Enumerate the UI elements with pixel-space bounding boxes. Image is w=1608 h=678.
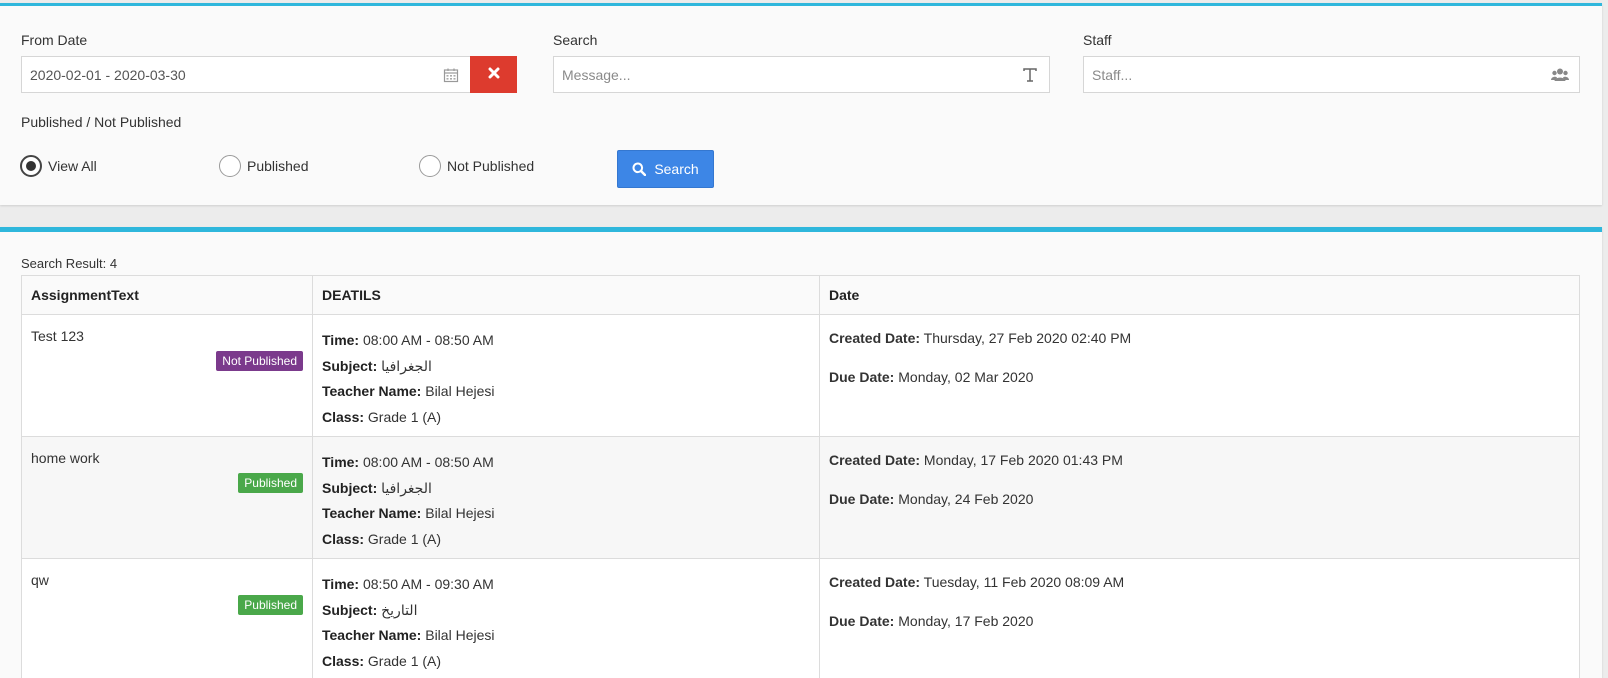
from-date-input[interactable]	[22, 57, 470, 92]
search-input[interactable]	[554, 57, 1049, 92]
teacher-label: Teacher Name:	[322, 627, 422, 643]
assignment-text: qw	[31, 572, 49, 588]
class-value: Grade 1 (A)	[367, 652, 442, 669]
table-row: Test 123 Not Published Time: 08:00 AM - …	[21, 314, 1580, 437]
search-button[interactable]: Search	[617, 150, 714, 188]
filter-panel: From Date Search Staff Published / Not P…	[0, 3, 1602, 205]
time-label: Time:	[322, 332, 360, 348]
class-label: Class:	[322, 530, 365, 547]
class-value: Grade 1 (A)	[367, 408, 442, 425]
created-date-value: Thursday, 27 Feb 2020 02:40 PM	[923, 330, 1132, 346]
result-count: Search Result: 4	[21, 256, 118, 271]
radio-published[interactable]: Published	[219, 155, 309, 177]
users-icon	[1551, 67, 1569, 83]
results-panel: Search Result: 4 AssignmentText DEATILS …	[0, 227, 1602, 678]
radio-indicator[interactable]	[419, 155, 441, 177]
subject-label: Subject:	[322, 357, 378, 374]
subject-value: الجغرافيا	[381, 479, 432, 496]
class-label: Class:	[322, 652, 365, 669]
staff-field-wrapper	[1083, 56, 1580, 93]
table-row: home work Published Time: 08:00 AM - 08:…	[21, 436, 1580, 559]
results-table: AssignmentText DEATILS Date Test 123 Not…	[21, 275, 1580, 678]
due-date-value: Monday, 24 Feb 2020	[898, 491, 1034, 507]
table-row: qw Published Time: 08:50 AM - 09:30 AM S…	[21, 558, 1580, 678]
radio-indicator[interactable]	[20, 155, 42, 177]
due-date-label: Due Date:	[829, 491, 895, 507]
radio-label: Not Published	[447, 158, 535, 174]
assignment-cell: qw Published	[21, 558, 313, 678]
teacher-label: Teacher Name:	[322, 383, 422, 399]
subject-label: Subject:	[322, 479, 378, 496]
class-label: Class:	[322, 408, 365, 425]
date-cell: Created Date: Tuesday, 11 Feb 2020 08:09…	[819, 558, 1580, 678]
assignment-cell: Test 123 Not Published	[21, 314, 313, 437]
assignment-text: home work	[31, 450, 100, 466]
created-date-label: Created Date:	[829, 330, 921, 346]
calendar-icon[interactable]	[442, 67, 460, 83]
subject-value: الجغرافيا	[381, 357, 432, 374]
time-value: 08:00 AM - 08:50 AM	[362, 332, 494, 348]
details-cell: Time: 08:50 AM - 09:30 AM Subject: التار…	[312, 558, 820, 678]
radio-label: View All	[48, 158, 97, 174]
column-header-assignment: AssignmentText	[21, 275, 313, 315]
due-date-value: Monday, 17 Feb 2020	[898, 613, 1034, 629]
due-date-label: Due Date:	[829, 613, 895, 629]
teacher-value: Bilal Hejesi	[425, 383, 495, 399]
time-value: 08:50 AM - 09:30 AM	[362, 576, 494, 592]
teacher-label: Teacher Name:	[322, 505, 422, 521]
due-date-value: Monday, 02 Mar 2020	[898, 369, 1034, 385]
date-cell: Created Date: Monday, 17 Feb 2020 01:43 …	[819, 436, 1580, 559]
details-cell: Time: 08:00 AM - 08:50 AM Subject: الجغر…	[312, 314, 820, 437]
table-header-row: AssignmentText DEATILS Date	[21, 275, 1580, 315]
teacher-value: Bilal Hejesi	[425, 505, 495, 521]
created-date-value: Tuesday, 11 Feb 2020 08:09 AM	[923, 574, 1125, 590]
search-label: Search	[553, 32, 598, 48]
status-badge: Not Published	[216, 351, 303, 371]
subject-value: التاريخ	[381, 601, 418, 618]
due-date-label: Due Date:	[829, 369, 895, 385]
close-icon	[488, 67, 500, 82]
search-button-label: Search	[654, 161, 699, 177]
created-date-value: Monday, 17 Feb 2020 01:43 PM	[923, 452, 1123, 468]
created-date-label: Created Date:	[829, 574, 921, 590]
subject-label: Subject:	[322, 601, 378, 618]
time-label: Time:	[322, 454, 360, 470]
time-value: 08:00 AM - 08:50 AM	[362, 454, 494, 470]
radio-indicator[interactable]	[219, 155, 241, 177]
published-filter-label: Published / Not Published	[21, 114, 182, 130]
clear-date-button[interactable]	[470, 56, 517, 93]
staff-label: Staff	[1083, 32, 1112, 48]
text-icon	[1021, 67, 1039, 83]
search-field-wrapper	[553, 56, 1050, 93]
radio-view-all[interactable]: View All	[20, 155, 97, 177]
staff-input[interactable]	[1084, 57, 1579, 92]
from-date-field-wrapper	[21, 56, 471, 93]
teacher-value: Bilal Hejesi	[425, 627, 495, 643]
from-date-label: From Date	[21, 32, 88, 48]
status-badge: Published	[238, 473, 303, 493]
date-cell: Created Date: Thursday, 27 Feb 2020 02:4…	[819, 314, 1580, 437]
assignment-cell: home work Published	[21, 436, 313, 559]
status-badge: Published	[238, 595, 303, 615]
details-cell: Time: 08:00 AM - 08:50 AM Subject: الجغر…	[312, 436, 820, 559]
search-icon	[632, 162, 647, 176]
time-label: Time:	[322, 576, 360, 592]
class-value: Grade 1 (A)	[367, 530, 442, 547]
radio-not-published[interactable]: Not Published	[419, 155, 534, 177]
assignment-text: Test 123	[31, 328, 84, 344]
column-header-date: Date	[819, 275, 1580, 315]
column-header-details: DEATILS	[312, 275, 820, 315]
created-date-label: Created Date:	[829, 452, 921, 468]
radio-label: Published	[247, 158, 309, 174]
